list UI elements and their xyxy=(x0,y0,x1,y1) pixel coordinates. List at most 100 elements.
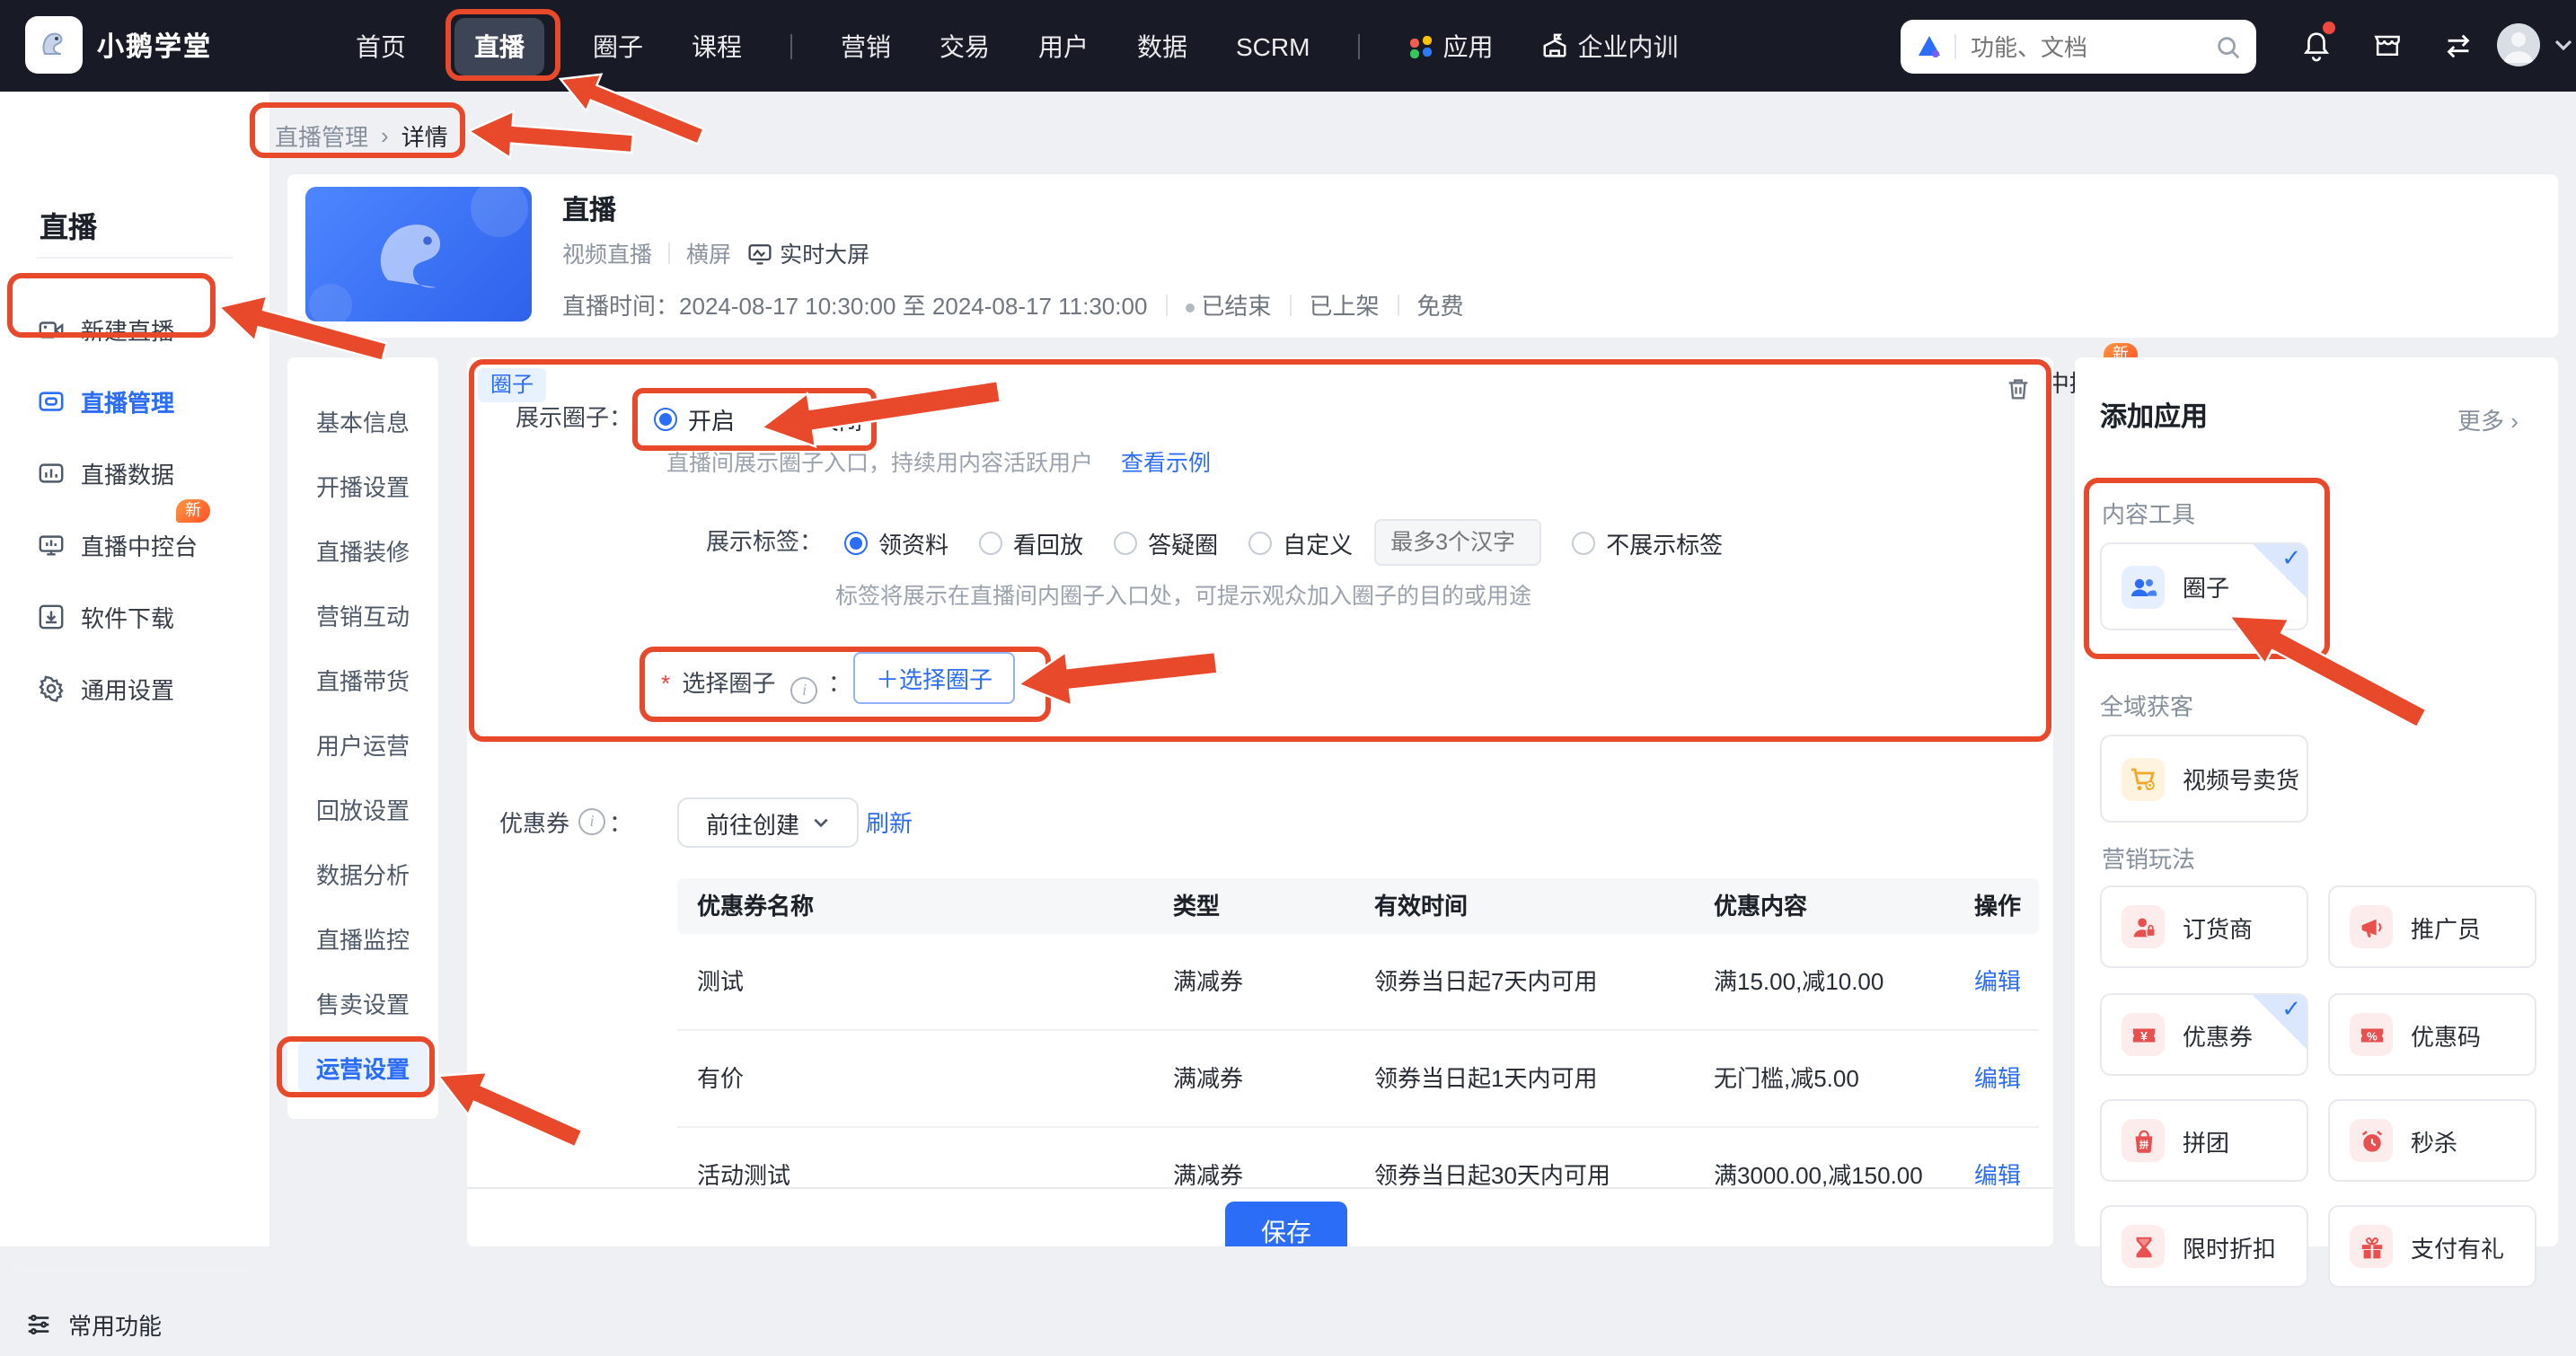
topbar: 小鹅学堂 首页 直播 圈子 课程 营销 交易 用户 数据 SCRM 应用 企业内… xyxy=(0,0,2576,92)
cart-icon xyxy=(2122,757,2165,800)
big-screen-link[interactable]: 实时大屏 xyxy=(747,235,869,269)
nav-circle[interactable]: 圈子 xyxy=(593,28,643,64)
switch-account-icon[interactable] xyxy=(2438,25,2477,65)
shopping-bag-icon: 拼 xyxy=(2122,1119,2165,1162)
megaphone-icon xyxy=(2350,905,2393,948)
nav-divider xyxy=(1358,33,1360,58)
nav-enterprise-training[interactable]: 企业内训 xyxy=(1541,28,1678,64)
info-icon[interactable]: i xyxy=(578,807,605,834)
camera-icon xyxy=(38,315,65,342)
tab-operation-settings[interactable]: 运营设置 xyxy=(287,1035,438,1099)
required-asterisk: * xyxy=(661,670,670,697)
tab-live-decorate[interactable]: 直播装修 xyxy=(287,517,438,582)
radio-tag-none[interactable]: 不展示标签 xyxy=(1572,525,1723,559)
bar-chart-icon xyxy=(38,459,65,486)
global-search[interactable] xyxy=(1901,20,2256,74)
save-button[interactable]: 保存 xyxy=(1225,1202,1347,1246)
nav-course[interactable]: 课程 xyxy=(692,28,742,64)
tab-live-goods[interactable]: 直播带货 xyxy=(287,647,438,711)
tab-basic-info[interactable]: 基本信息 xyxy=(287,388,438,453)
edit-link[interactable]: 编辑 xyxy=(1974,934,2021,1029)
sidebar-footer-common-functions[interactable]: 常用功能 xyxy=(0,1291,269,1356)
sidebar-item-live-manage[interactable]: 直播管理 xyxy=(0,368,269,433)
annotation-arrow xyxy=(469,111,633,158)
app-card-group-buy[interactable]: 拼 拼团 xyxy=(2100,1099,2308,1182)
tab-start-settings[interactable]: 开播设置 xyxy=(287,453,438,517)
radio-tag-replay[interactable]: 看回放 xyxy=(979,525,1083,559)
store-icon[interactable] xyxy=(2368,25,2407,65)
app-card-flash-sale[interactable]: 秒杀 xyxy=(2328,1099,2536,1182)
tab-data-analysis[interactable]: 数据分析 xyxy=(287,841,438,905)
nav-live[interactable]: 直播 xyxy=(454,17,544,75)
nav-trade[interactable]: 交易 xyxy=(940,28,990,64)
app-card-pay-gift[interactable]: 支付有礼 xyxy=(2328,1205,2536,1288)
gift-icon xyxy=(2350,1225,2393,1268)
breadcrumb: 直播管理 › 详情 xyxy=(275,119,448,153)
nav-data[interactable]: 数据 xyxy=(1137,28,1187,64)
nav-home[interactable]: 首页 xyxy=(356,28,406,64)
breadcrumb-parent[interactable]: 直播管理 xyxy=(275,119,368,153)
nav-scrm[interactable]: SCRM xyxy=(1236,31,1310,60)
list-settings-icon xyxy=(25,1310,52,1337)
show-circle-help: 直播间展示圈子入口，持续用内容活跃用户 查看示例 xyxy=(666,445,1211,481)
delete-circle-icon[interactable] xyxy=(2005,375,2032,411)
status-badge-ended: 已结束 xyxy=(1185,287,1271,321)
tab-sale-settings[interactable]: 售卖设置 xyxy=(287,970,438,1035)
more-apps-link[interactable]: 更多 › xyxy=(2457,402,2519,436)
refresh-link[interactable]: 刷新 xyxy=(866,805,913,839)
search-icon[interactable] xyxy=(2215,33,2242,60)
radio-off[interactable]: 关闭 xyxy=(781,401,862,436)
sidebar-item-live-console[interactable]: 直播中控台 新 xyxy=(0,512,269,577)
nav-users[interactable]: 用户 xyxy=(1038,28,1089,64)
new-badge: 新 xyxy=(176,499,210,523)
tag-radios: 领资料 看回放 答疑圈 自定义 不展示标签 xyxy=(844,519,1723,566)
users-icon xyxy=(2122,565,2165,608)
app-card-coupon-code[interactable]: % 优惠码 xyxy=(2328,993,2536,1076)
nav-marketing[interactable]: 营销 xyxy=(841,28,891,64)
caret-down-icon xyxy=(812,814,830,832)
add-apps-panel: 添加应用 更多 › 内容工具 圈子 ✓ 全域获客 视频号卖货 营销玩法 订货商 xyxy=(2075,357,2558,1246)
app-card-video-sales[interactable]: 视频号卖货 xyxy=(2100,735,2308,823)
radio-tag-material[interactable]: 领资料 xyxy=(844,525,948,559)
alarm-clock-icon xyxy=(2350,1119,2393,1162)
notification-bell-icon[interactable] xyxy=(2296,25,2335,65)
app-card-circle[interactable]: 圈子 ✓ xyxy=(2100,542,2308,630)
sidebar-item-general-settings[interactable]: 通用设置 xyxy=(0,656,269,720)
gear-icon xyxy=(38,674,65,701)
stream-orientation: 横屏 xyxy=(686,235,731,269)
sidebar-item-new-live[interactable]: 新建直播 xyxy=(0,296,269,361)
download-icon xyxy=(38,603,65,630)
stream-meta: 视频直播 横屏 实时大屏 xyxy=(562,235,869,269)
app-card-promoter[interactable]: 推广员 xyxy=(2328,885,2536,968)
sidebar-item-live-data[interactable]: 直播数据 xyxy=(0,440,269,505)
coupon-table-header: 优惠券名称 类型 有效时间 优惠内容 操作 xyxy=(677,878,2039,934)
app-card-coupon[interactable]: ¥ 优惠券 ✓ xyxy=(2100,993,2308,1076)
avatar[interactable] xyxy=(2497,23,2540,66)
status-badge-listed: 已上架 xyxy=(1309,287,1379,321)
search-input[interactable] xyxy=(1967,31,2204,62)
select-circle-button[interactable]: ＋选择圈子 xyxy=(853,652,1015,704)
coupon-create-dropdown[interactable]: 前往创建 xyxy=(677,797,859,848)
show-tag-label: 展示标签： xyxy=(467,524,823,560)
radio-on[interactable]: 开启 xyxy=(654,401,735,436)
chevron-down-icon[interactable] xyxy=(2544,25,2576,65)
nav-apps[interactable]: 应用 xyxy=(1408,28,1493,64)
edit-link[interactable]: 编辑 xyxy=(1974,1031,2021,1126)
view-example-link[interactable]: 查看示例 xyxy=(1121,451,1211,476)
radio-tag-qa[interactable]: 答疑圈 xyxy=(1114,525,1218,559)
show-circle-label: 展示圈子： xyxy=(467,401,632,436)
app-card-wholesaler[interactable]: 订货商 xyxy=(2100,885,2308,968)
tab-marketing[interactable]: 营销互动 xyxy=(287,582,438,647)
app-card-limited-discount[interactable]: 限时折扣 xyxy=(2100,1205,2308,1288)
campus-icon xyxy=(1541,32,1568,59)
info-icon[interactable]: i xyxy=(791,676,818,703)
tab-replay[interactable]: 回放设置 xyxy=(287,776,438,841)
big-screen-icon xyxy=(747,240,772,265)
coupon-table: 优惠券名称 类型 有效时间 优惠内容 操作 测试 满减券 领券当日起7天内可用 … xyxy=(677,878,2039,1225)
form-footer: 保存 xyxy=(467,1187,2053,1246)
tab-user-operation[interactable]: 用户运营 xyxy=(287,711,438,776)
tab-live-monitor[interactable]: 直播监控 xyxy=(287,905,438,970)
radio-tag-custom[interactable]: 自定义 xyxy=(1248,525,1353,559)
sidebar-item-software-download[interactable]: 软件下载 xyxy=(0,584,269,648)
custom-tag-input[interactable] xyxy=(1374,519,1541,566)
